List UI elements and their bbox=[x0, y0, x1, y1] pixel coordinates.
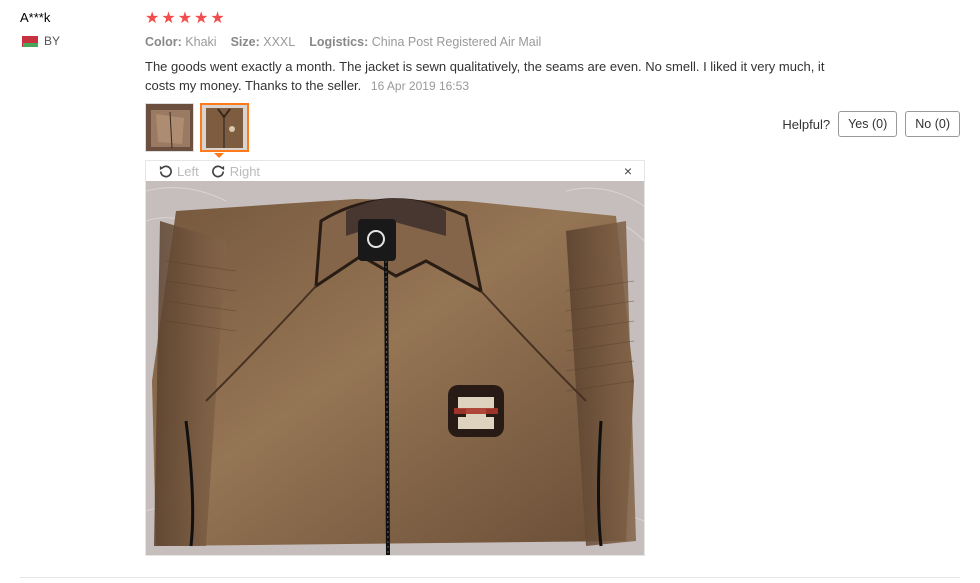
size-value: XXXL bbox=[263, 35, 296, 49]
rotate-right-label: Right bbox=[229, 163, 261, 179]
star-icon: ★ bbox=[177, 10, 193, 27]
photo-viewer-toolbar: Left Right × bbox=[146, 161, 644, 181]
country-code: BY bbox=[44, 34, 61, 48]
review-photo bbox=[146, 181, 644, 555]
photo-thumbnail-1[interactable] bbox=[145, 103, 194, 152]
logistics-value: China Post Registered Air Mail bbox=[371, 35, 542, 49]
star-rating: ★ ★ ★ ★ ★ bbox=[145, 10, 960, 28]
rotate-left-label: Left bbox=[177, 163, 199, 179]
color-label: Color: bbox=[145, 35, 182, 49]
size-label: Size: bbox=[230, 35, 260, 49]
reviewer-info: A***k BY bbox=[20, 10, 130, 48]
photo-viewer: Left Right × bbox=[145, 160, 645, 556]
belarus-flag-icon bbox=[20, 35, 38, 47]
rotate-right-button[interactable]: Right bbox=[211, 164, 260, 179]
order-attributes: Color: Khaki Size: XXXL Logistics: China… bbox=[145, 35, 960, 49]
helpful-label: Helpful? bbox=[782, 116, 831, 132]
review-date: 16 Apr 2019 16:53 bbox=[370, 79, 469, 93]
star-icon: ★ bbox=[194, 10, 209, 27]
rotate-right-icon bbox=[211, 165, 224, 177]
color-value: Khaki bbox=[185, 35, 217, 49]
reviewer-name: A***k bbox=[20, 10, 51, 25]
reviewer-country: BY bbox=[20, 34, 130, 48]
review-text: The goods went exactly a month. The jack… bbox=[145, 59, 825, 93]
active-thumbnail-pointer bbox=[214, 153, 224, 158]
photo-thumbnails bbox=[145, 103, 249, 152]
logistics-label: Logistics: bbox=[309, 35, 369, 49]
close-icon[interactable]: × bbox=[624, 163, 632, 179]
star-icon: ★ bbox=[161, 10, 176, 27]
rotate-left-icon bbox=[159, 165, 172, 177]
helpful-vote: Helpful? Yes (0) No (0) bbox=[782, 111, 960, 137]
color-attribute: Color: Khaki bbox=[145, 35, 217, 49]
logistics-attribute: Logistics: China Post Registered Air Mai… bbox=[309, 35, 541, 49]
helpful-yes-button[interactable]: Yes (0) bbox=[838, 111, 898, 137]
star-icon: ★ bbox=[145, 10, 160, 27]
rotate-left-button[interactable]: Left bbox=[158, 164, 199, 179]
review-body: ★ ★ ★ ★ ★ Color: Khaki Size: XXXL Logist… bbox=[145, 10, 960, 556]
photo-thumbnail-2[interactable] bbox=[200, 103, 249, 152]
helpful-no-button[interactable]: No (0) bbox=[905, 111, 960, 137]
review-divider bbox=[20, 577, 960, 578]
review-text-block: The goods went exactly a month. The jack… bbox=[145, 57, 845, 96]
size-attribute: Size: XXXL bbox=[231, 35, 296, 49]
star-icon: ★ bbox=[210, 10, 225, 27]
